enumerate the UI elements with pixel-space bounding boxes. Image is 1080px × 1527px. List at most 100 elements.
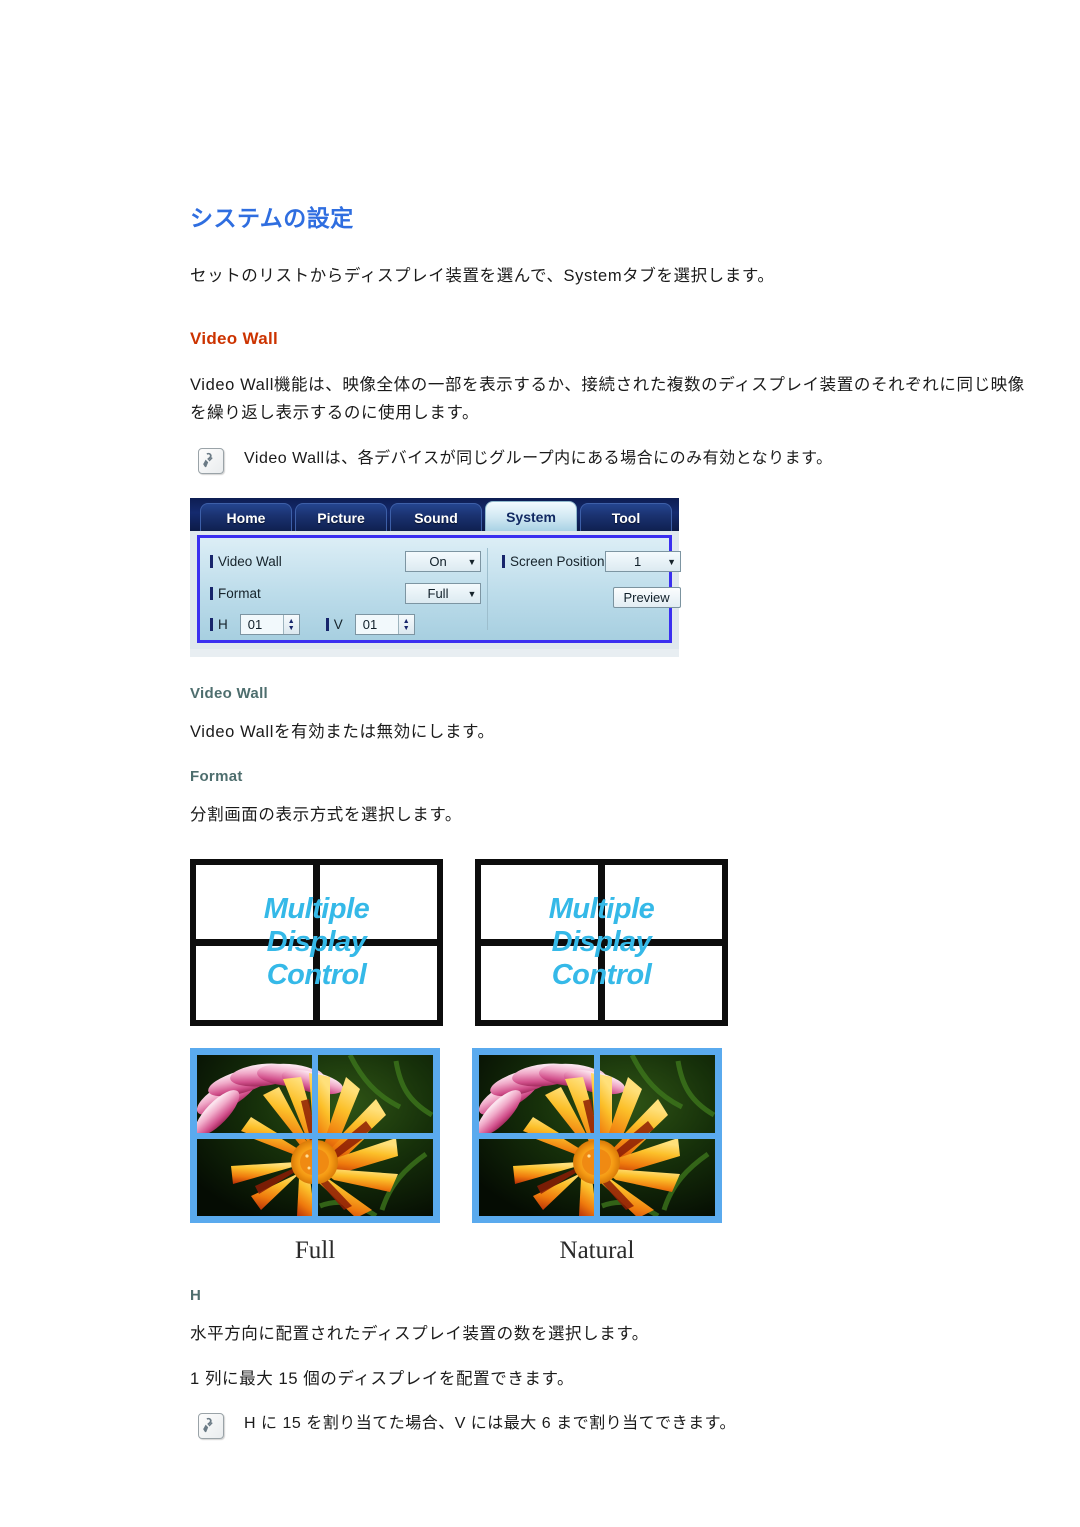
- combo-video-wall[interactable]: On ▼: [405, 551, 481, 573]
- panel-right-column: Screen Position 1 ▼ Preview: [488, 548, 681, 630]
- field-screen-position: Screen Position 1 ▼: [502, 548, 681, 576]
- note-h-text: H に 15 を割り当てた場合、V には最大 6 まで割り当てできます。: [244, 1415, 736, 1433]
- wall-diagram-full-mono: Multiple Display Control: [190, 859, 443, 1027]
- note-pen-icon: [198, 1413, 224, 1440]
- page-title: システムの設定: [190, 205, 354, 231]
- device-settings-panel: Home Picture Sound System Tool Video Wal…: [190, 497, 681, 657]
- field-marker-icon: [325, 618, 329, 632]
- chevron-down-icon: ▼: [467, 556, 477, 567]
- field-label-screen-position: Screen Position: [510, 554, 605, 570]
- wall-cells: [196, 865, 437, 1021]
- tab-home[interactable]: Home: [200, 502, 292, 531]
- spinner-h[interactable]: 01 ▲ ▼: [239, 614, 300, 636]
- tab-system[interactable]: System: [485, 500, 577, 531]
- wall-photo-cell: [318, 1055, 433, 1133]
- wall-diagram-row-mono: Multiple Display Control Multiple Displa…: [190, 859, 1030, 1027]
- subheading-format: Format: [190, 768, 243, 786]
- field-label-format: Format: [218, 586, 261, 602]
- flower-image: [318, 1055, 433, 1133]
- wall-cell: [605, 946, 722, 1021]
- wall-cell: [605, 865, 722, 940]
- field-label-v: V: [333, 617, 343, 633]
- wall-cell: [481, 865, 598, 940]
- tab-tool[interactable]: Tool: [580, 502, 672, 531]
- flower-image: [479, 1138, 594, 1217]
- wall-photo-cell: [600, 1138, 715, 1217]
- field-marker-icon: [210, 618, 213, 632]
- spinner-v[interactable]: 01 ▲ ▼: [354, 614, 415, 636]
- wall-diagram-natural-mono: Multiple Display Control: [475, 859, 728, 1027]
- h-section-line-2: 1 列に最大 15 個のディスプレイを配置できます。: [190, 1369, 575, 1388]
- combo-format-value: Full: [427, 586, 449, 602]
- panel-tabbar: Home Picture Sound System Tool: [190, 497, 679, 531]
- panel-left-column: Video Wall On ▼ Format Full ▼ H 01 ▲ ▼ V…: [210, 547, 488, 636]
- wall-cells: [481, 865, 722, 1021]
- flower-image: [479, 1055, 594, 1133]
- wall-cell: [320, 865, 437, 940]
- tab-sound[interactable]: Sound: [390, 502, 482, 531]
- subheading-h: H: [190, 1287, 202, 1305]
- format-detail-text: 分割画面の表示方式を選択します。: [190, 806, 462, 825]
- field-row-hv: H 01 ▲ ▼ V 01 ▲ ▼: [210, 612, 481, 638]
- combo-screen-position-value: 1: [633, 554, 642, 570]
- combo-screen-position[interactable]: 1 ▼: [604, 551, 681, 573]
- spinner-v-value: 01: [362, 617, 378, 633]
- flower-image: [197, 1138, 312, 1217]
- wall-photo-cell: [479, 1138, 594, 1217]
- page-content: システムの設定 セットのリストからディスプレイ装置を選んで、Systemタブを選…: [190, 205, 1030, 1440]
- field-marker-icon: [210, 555, 213, 569]
- wall-photo-cells: [197, 1055, 433, 1217]
- field-label-video-wall: Video Wall: [218, 554, 282, 570]
- video-wall-detail-text: Video Wallを有効または無効にします。: [190, 722, 495, 741]
- field-marker-icon: [210, 587, 213, 601]
- note-pen-icon: [198, 447, 224, 474]
- field-label-h: H: [218, 617, 228, 633]
- combo-format[interactable]: Full ▼: [405, 583, 481, 605]
- spinner-v-arrows-icon[interactable]: ▲ ▼: [397, 615, 414, 635]
- tab-picture[interactable]: Picture: [295, 502, 387, 531]
- flower-image: [600, 1055, 715, 1133]
- flower-image: [600, 1138, 715, 1217]
- video-wall-description: Video Wall機能は、映像全体の一部を表示するか、接続された複数のディスプ…: [190, 375, 1025, 423]
- preview-button[interactable]: Preview: [612, 587, 681, 609]
- wall-cell: [196, 946, 313, 1021]
- caption-full: Full: [294, 1237, 336, 1265]
- wall-photo-cell: [318, 1138, 433, 1217]
- field-format: Format Full ▼: [210, 580, 481, 608]
- wall-photo-cell: [600, 1055, 715, 1133]
- page-intro-text: セットのリストからディスプレイ装置を選んで、Systemタブを選択します。: [190, 266, 775, 285]
- caption-natural: Natural: [559, 1237, 635, 1265]
- chevron-down-icon: ▼: [667, 556, 677, 567]
- panel-body-wrap: Video Wall On ▼ Format Full ▼ H 01 ▲ ▼ V…: [190, 530, 681, 649]
- note-h-group: H に 15 を割り当てた場合、V には最大 6 まで割り当てできます。: [198, 1411, 1030, 1440]
- wall-cell: [320, 946, 437, 1021]
- note-video-wall-text: Video Wallは、各デバイスが同じグループ内にある場合にのみ有効となります…: [244, 449, 833, 467]
- field-marker-icon: [502, 555, 505, 569]
- field-video-wall: Video Wall On ▼: [210, 548, 481, 576]
- note-video-wall-group: Video Wallは、各デバイスが同じグループ内にある場合にのみ有効となります…: [198, 446, 1030, 474]
- spinner-h-arrows-icon[interactable]: ▲ ▼: [282, 615, 299, 635]
- spinner-h-value: 01: [247, 617, 263, 633]
- wall-photo-cells: [479, 1055, 715, 1217]
- wall-photo-full: [190, 1048, 440, 1224]
- wall-photo-cell: [479, 1055, 594, 1133]
- spinner-down-icon: ▼: [402, 624, 410, 632]
- wall-caption-row: Full Natural: [190, 1237, 1030, 1265]
- field-v: V 01 ▲ ▼: [325, 614, 415, 636]
- spinner-up-icon: ▲: [402, 617, 410, 625]
- spinner-up-icon: ▲: [287, 617, 295, 625]
- subheading-video-wall: Video Wall: [190, 684, 269, 702]
- chevron-down-icon: ▼: [467, 588, 477, 599]
- panel-body: Video Wall On ▼ Format Full ▼ H 01 ▲ ▼ V…: [197, 534, 681, 643]
- wall-cell: [481, 946, 598, 1021]
- preview-button-row: Preview: [502, 584, 681, 612]
- flower-image: [318, 1138, 433, 1217]
- combo-video-wall-value: On: [429, 554, 447, 570]
- spinner-down-icon: ▼: [287, 624, 295, 632]
- flower-image: [197, 1055, 312, 1133]
